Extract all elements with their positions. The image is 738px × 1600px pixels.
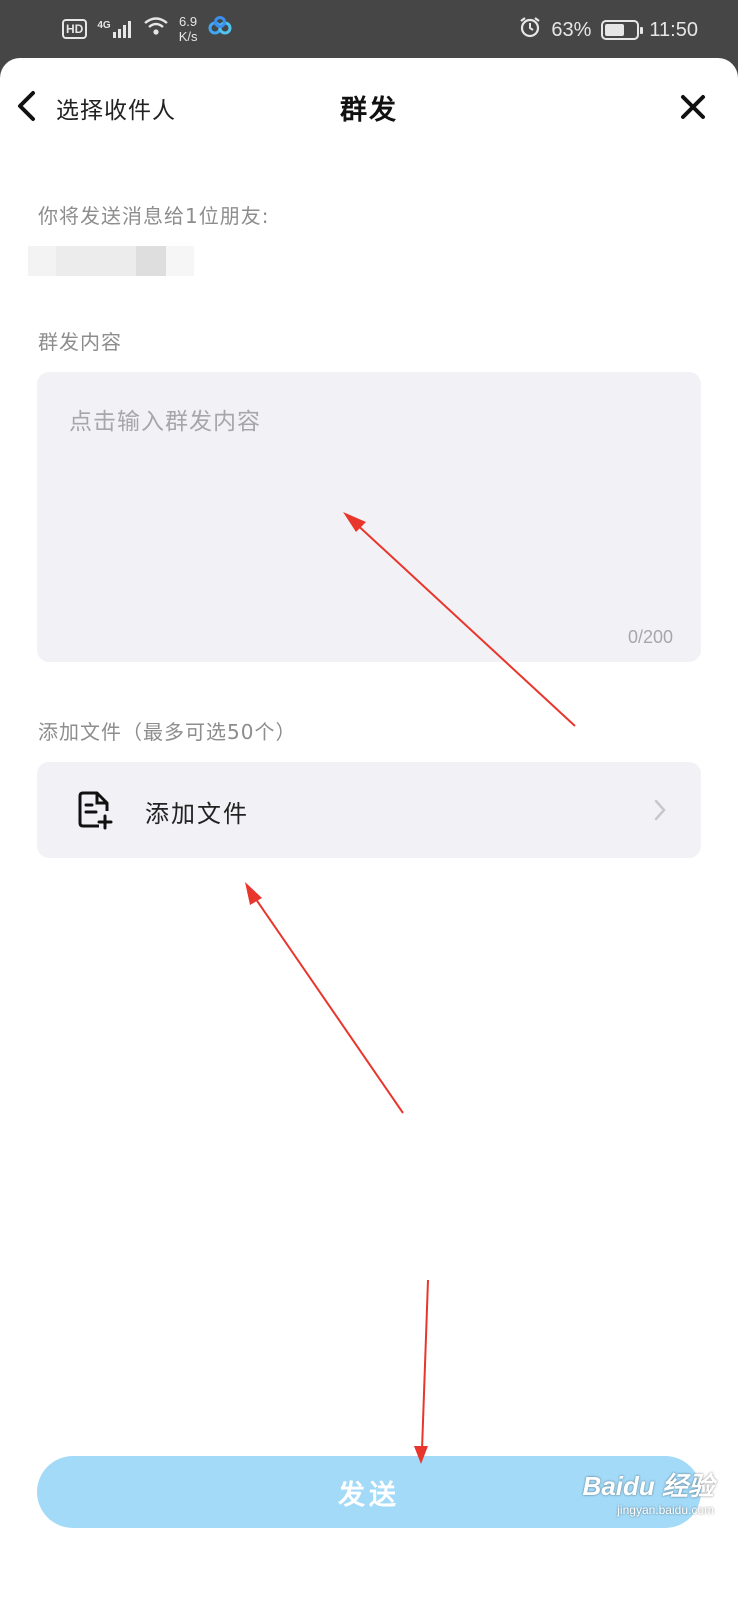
battery-percent: 63% — [551, 18, 592, 41]
signal-icon: 4G — [97, 20, 132, 38]
add-file-label: 添加文件 — [145, 800, 249, 828]
battery-level — [605, 24, 625, 36]
baidu-watermark: Baidu 经验 jingyan.baidu.com — [583, 1466, 714, 1517]
mass-message-sheet: 选择收件人 群发 你将发送消息给1位朋友: 群发内容 点击输入群发内容 0/20… — [0, 58, 738, 1600]
close-button[interactable] — [678, 92, 708, 122]
page-title: 群发 — [340, 95, 398, 126]
hd-badge: HD — [62, 19, 88, 39]
watermark-main: Baidu 经验 — [582, 1471, 714, 1501]
content-placeholder: 点击输入群发内容 — [69, 409, 261, 435]
recipient-list — [28, 246, 194, 276]
add-file-button[interactable]: 添加文件 — [37, 762, 701, 858]
status-bar: HD 4G 6.9 K/s 63% 11:50 — [0, 0, 738, 60]
content-input[interactable]: 点击输入群发内容 0/200 — [37, 372, 701, 662]
speed-unit: K/s — [178, 29, 198, 44]
blurred-recipient — [28, 246, 56, 276]
chevron-right-icon — [653, 798, 667, 826]
char-counter: 0/200 — [627, 627, 673, 647]
blurred-recipient — [136, 246, 166, 276]
alarm-icon — [519, 16, 541, 44]
content-section-label: 群发内容 — [38, 330, 122, 354]
file-add-icon — [77, 790, 113, 834]
wifi-icon — [143, 16, 169, 42]
nav-bar: 选择收件人 群发 — [0, 58, 738, 158]
network-speed: 6.9 K/s — [179, 14, 198, 44]
clock: 11:50 — [649, 18, 698, 41]
watermark-sub: jingyan.baidu.com — [617, 1503, 714, 1517]
status-right: 63% 11:50 — [519, 16, 698, 44]
battery-icon — [601, 20, 644, 40]
cloud-app-icon — [207, 16, 233, 42]
file-section-label: 添加文件（最多可选50个） — [38, 720, 297, 744]
close-icon — [681, 95, 705, 119]
recipient-count-label: 你将发送消息给1位朋友: — [38, 204, 270, 228]
speed-value: 6.9 — [179, 14, 198, 29]
status-left: HD 4G 6.9 K/s — [62, 14, 233, 44]
blurred-recipient — [56, 246, 136, 276]
blurred-recipient — [166, 246, 194, 276]
network-type: 4G — [97, 20, 111, 31]
